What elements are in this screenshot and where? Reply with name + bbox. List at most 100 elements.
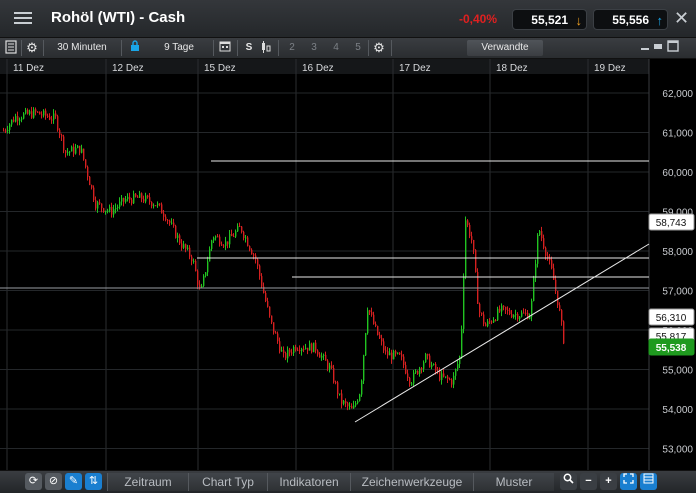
sort-icon[interactable]: ⇅: [85, 473, 102, 490]
level-tag-mid: 56,310: [656, 313, 687, 324]
candle-body: [39, 111, 41, 115]
cancel-icon[interactable]: ⊘: [45, 473, 62, 490]
candle-body: [493, 320, 495, 323]
layout-4-button[interactable]: 4: [330, 40, 342, 56]
candle-body: [37, 111, 39, 113]
candle-body: [343, 400, 345, 404]
candle-body: [557, 290, 559, 306]
candle-body: [269, 306, 271, 316]
candle-body: [479, 303, 481, 313]
table-view-icon[interactable]: [640, 473, 657, 490]
interval-select[interactable]: 30 Minuten: [48, 40, 116, 56]
layout-5-button[interactable]: 5: [352, 40, 364, 56]
price-tick-label: 55,000: [662, 366, 693, 377]
hamburger-menu-icon[interactable]: [8, 7, 38, 29]
candle-body: [507, 309, 509, 311]
candle-body: [159, 203, 161, 205]
candle-body: [165, 216, 167, 221]
candle-body: [315, 342, 317, 351]
tab-zeitraum[interactable]: Zeitraum: [107, 473, 188, 491]
candle-body: [211, 240, 213, 249]
period-select[interactable]: 9 Tage: [150, 40, 208, 56]
calendar-icon[interactable]: [218, 40, 232, 56]
zoom-out-button[interactable]: −: [580, 473, 597, 490]
candle-body: [129, 196, 131, 200]
candle-body: [431, 364, 433, 368]
gear-icon[interactable]: ⚙: [24, 40, 40, 56]
candle-body: [45, 110, 47, 116]
candle-body: [359, 394, 361, 401]
tab-muster[interactable]: Muster: [473, 473, 554, 491]
candle-body: [387, 351, 389, 356]
close-icon[interactable]: ✕: [674, 8, 689, 29]
candle-body: [363, 355, 365, 381]
candle-body: [461, 328, 463, 357]
candle-body: [333, 368, 335, 383]
candle-body: [163, 213, 165, 217]
candle-body: [57, 116, 59, 131]
candle-body: [435, 364, 437, 371]
sell-price-button[interactable]: 55,521 ↓: [512, 9, 587, 30]
candle-body: [361, 380, 363, 395]
candle-body: [459, 356, 461, 365]
minimize-icon[interactable]: [640, 40, 650, 56]
settings-gear-icon[interactable]: ⚙: [371, 40, 387, 56]
candle-body: [563, 321, 565, 344]
candle-body: [239, 226, 241, 228]
candle-body: [61, 134, 63, 137]
chart-list-icon[interactable]: [4, 40, 18, 56]
fullscreen-icon[interactable]: [620, 473, 637, 490]
candle-body: [449, 378, 451, 380]
candle-body: [135, 193, 137, 197]
restore-icon[interactable]: [652, 40, 664, 56]
candle-body: [245, 237, 247, 239]
layout-3-button[interactable]: 3: [308, 40, 320, 56]
candle-body: [415, 370, 417, 373]
candle-body: [123, 197, 125, 202]
related-button[interactable]: Verwandte: [467, 40, 543, 56]
tab-zeichenwerkzeuge[interactable]: Zeichenwerkzeuge: [350, 473, 473, 491]
candle-body: [27, 109, 29, 114]
candle-body: [63, 136, 65, 151]
candle-body: [191, 256, 193, 262]
layout-2-button[interactable]: 2: [286, 40, 298, 56]
zoom-in-button[interactable]: +: [600, 473, 617, 490]
candle-body: [371, 312, 373, 315]
candle-body: [407, 373, 409, 378]
candle-body: [403, 356, 405, 366]
tab-indikatoren[interactable]: Indikatoren: [267, 473, 350, 491]
candle-body: [423, 362, 425, 369]
candle-body: [561, 310, 563, 322]
refresh-icon[interactable]: ⟳: [25, 473, 42, 490]
candle-body: [417, 370, 419, 375]
tab-chart-typ[interactable]: Chart Typ: [188, 473, 267, 491]
candle-body: [381, 338, 383, 342]
candle-body: [201, 285, 203, 288]
candle-body: [143, 199, 145, 202]
candle-body: [293, 346, 295, 354]
candle-body: [53, 113, 55, 120]
maximize-icon[interactable]: [666, 40, 680, 56]
search-icon[interactable]: [560, 473, 577, 490]
candle-body: [133, 193, 135, 204]
candle-body: [213, 237, 215, 241]
candle-body: [219, 236, 221, 245]
candle-body: [313, 342, 315, 353]
s-toggle-button[interactable]: S: [242, 40, 256, 56]
level-tag-top: 58,743: [656, 218, 687, 229]
chart-type-icon[interactable]: [259, 40, 273, 56]
candle-body: [309, 343, 311, 351]
buy-price-button[interactable]: 55,556 ↑: [593, 9, 668, 30]
candle-body: [457, 364, 459, 370]
lock-icon[interactable]: [128, 40, 142, 56]
candle-body: [243, 231, 245, 238]
candle-body: [497, 308, 499, 321]
price-chart[interactable]: 11 Dez 12 Dez 15 Dez 16 Dez 17 Dez 18 Dez 19 D…: [0, 59, 696, 470]
candle-body: [373, 314, 375, 325]
candle-body: [439, 370, 441, 381]
pencil-icon[interactable]: ✎: [65, 473, 82, 490]
candle-body: [409, 377, 411, 384]
candle-body: [311, 343, 313, 353]
candle-body: [421, 368, 423, 370]
candle-body: [83, 148, 85, 160]
